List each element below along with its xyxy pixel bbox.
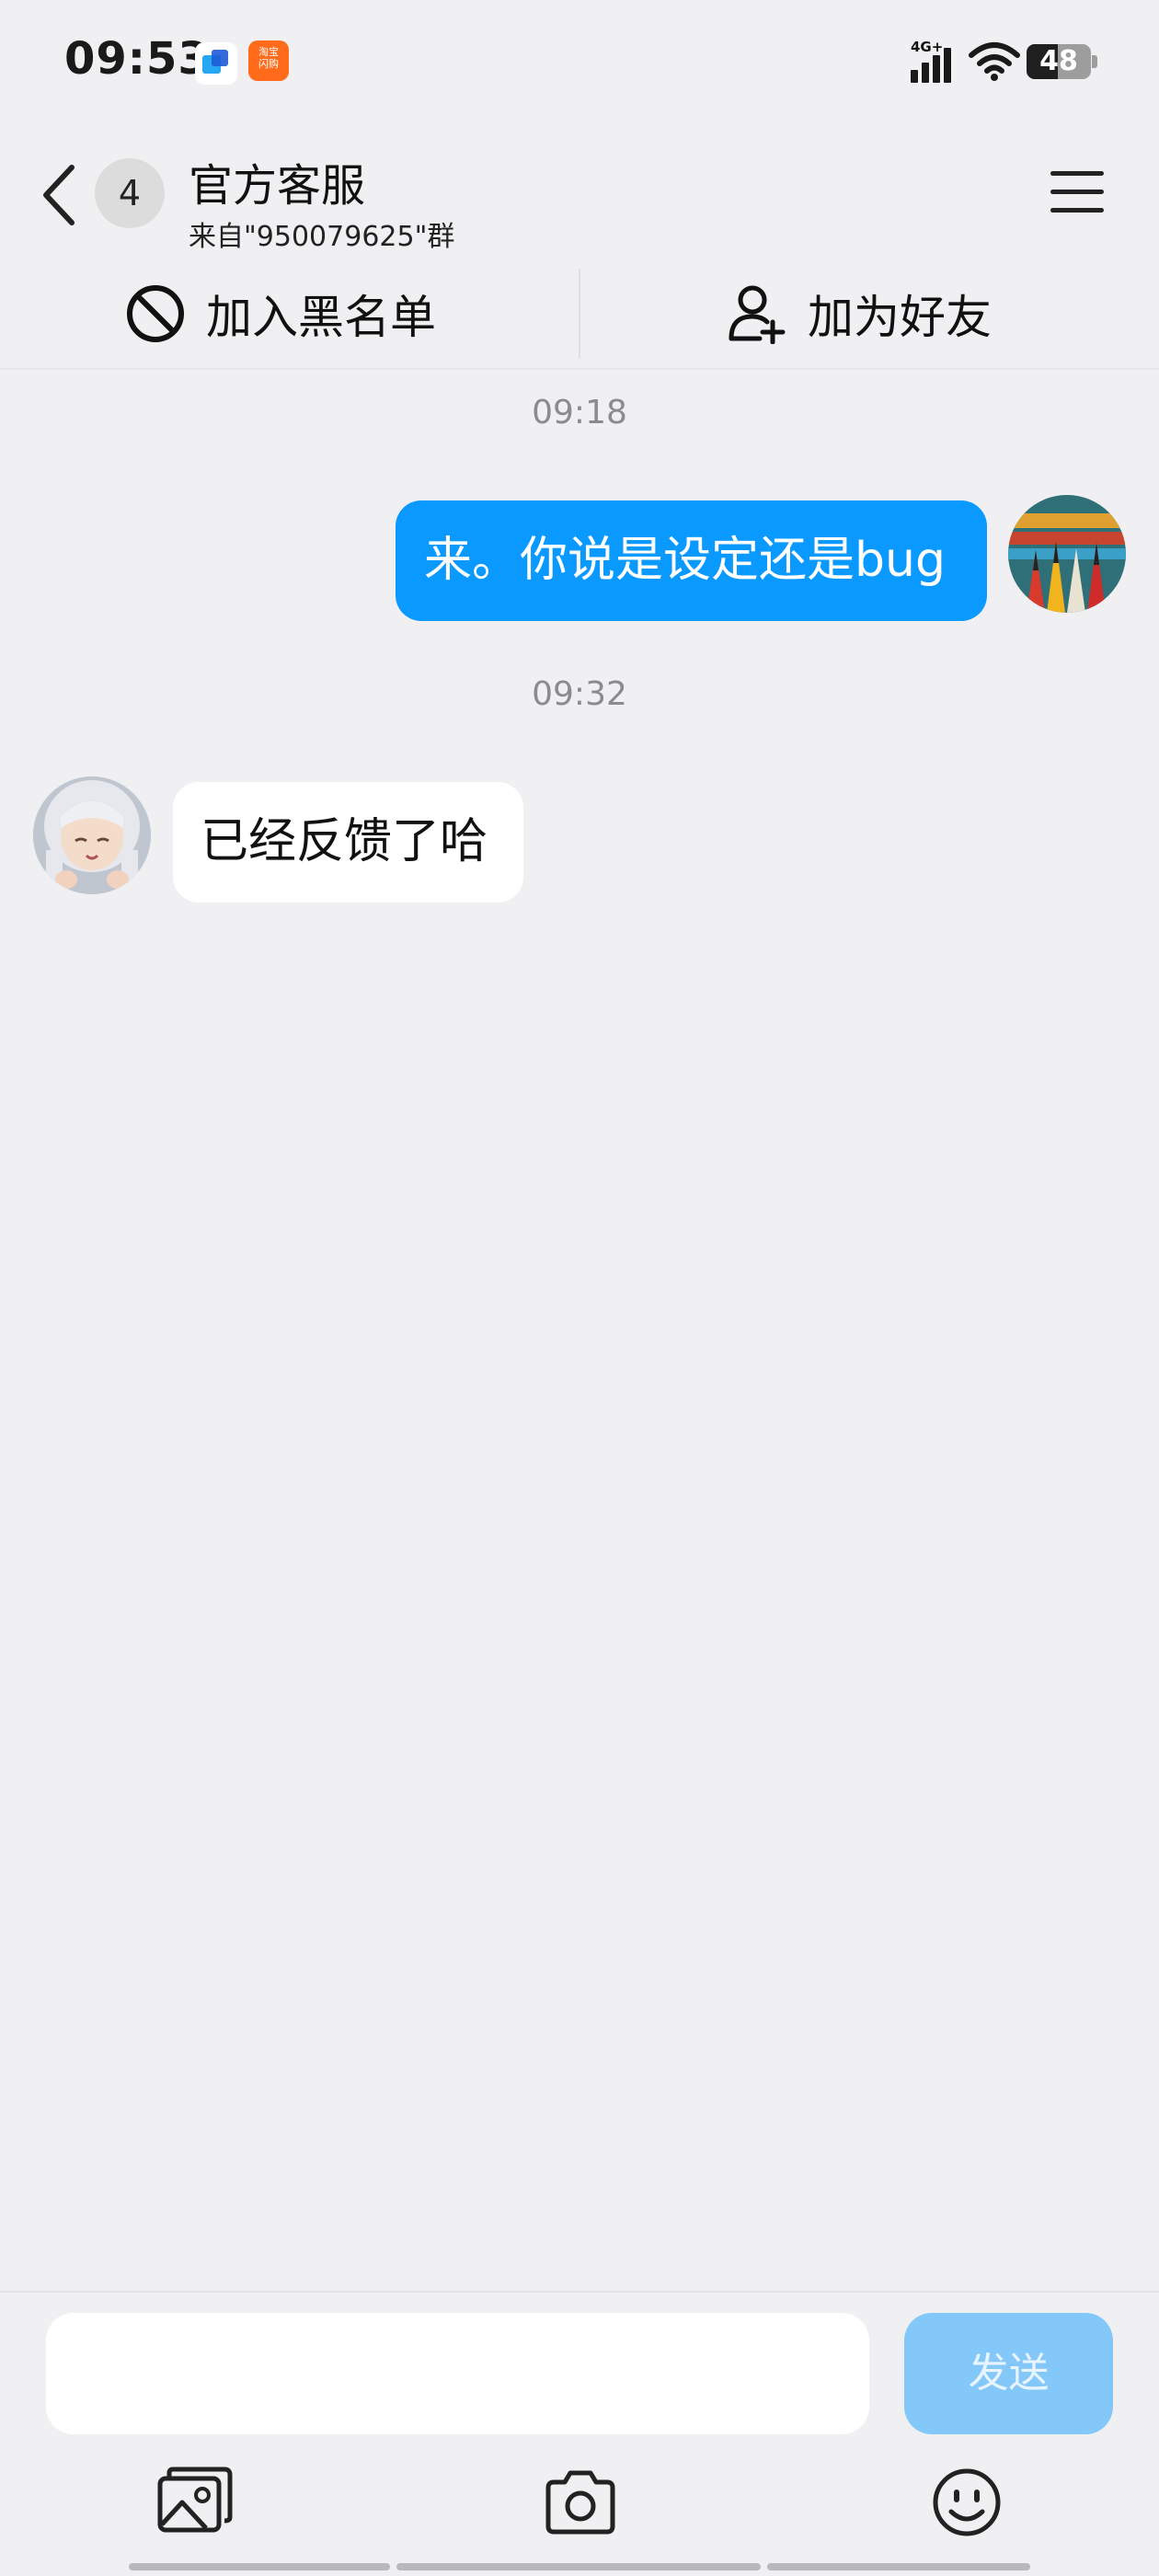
battery-icon: 48	[1027, 44, 1091, 79]
add-friend-button[interactable]: 加为好友	[727, 259, 992, 368]
contact-action-bar: 加入黑名单 加为好友	[0, 259, 1159, 368]
nav-indicator	[767, 2563, 1030, 2570]
cellular-signal-icon: 4G+	[911, 39, 957, 83]
my-avatar[interactable]	[1008, 495, 1126, 613]
incoming-message-bubble[interactable]: 已经反馈了哈	[173, 782, 523, 903]
chat-header: 4 官方客服 来自"950079625"群	[0, 129, 1159, 258]
block-button[interactable]: 加入黑名单	[125, 259, 436, 368]
taobao-flash-icon: 淘宝 闪购	[248, 40, 289, 81]
action-divider	[579, 269, 580, 359]
outgoing-message-bubble[interactable]: 来。你说是设定还是bug	[396, 500, 987, 621]
add-user-icon	[729, 285, 786, 344]
composer-bar: 发送	[0, 2291, 1159, 2576]
add-friend-label: 加为好友	[808, 291, 992, 344]
nav-indicator	[396, 2563, 761, 2570]
status-time: 09:53	[64, 33, 210, 85]
image-icon[interactable]	[151, 2466, 234, 2539]
back-chevron-icon[interactable]	[37, 162, 83, 228]
message-timestamp: 09:18	[532, 394, 627, 431]
chat-subtitle: 来自"950079625"群	[189, 221, 455, 253]
unread-count-badge[interactable]: 4	[95, 158, 165, 228]
block-icon	[127, 285, 184, 342]
wifi-icon	[969, 42, 1020, 81]
status-bar: 09:53 淘宝 闪购 4G+ 48	[0, 0, 1159, 129]
battery-level: 48	[1039, 45, 1078, 77]
contact-avatar[interactable]	[33, 776, 151, 894]
blue-app-icon	[195, 42, 237, 85]
block-label: 加入黑名单	[206, 291, 436, 344]
message-timestamp: 09:32	[532, 675, 627, 713]
nav-indicator	[129, 2563, 390, 2570]
emoji-icon[interactable]	[925, 2466, 1008, 2539]
chat-title: 官方客服	[189, 160, 366, 212]
network-type: 4G+	[911, 39, 944, 55]
camera-icon[interactable]	[539, 2466, 622, 2539]
message-input[interactable]	[46, 2313, 869, 2434]
menu-icon[interactable]	[1049, 166, 1107, 217]
send-button[interactable]: 发送	[904, 2313, 1113, 2434]
